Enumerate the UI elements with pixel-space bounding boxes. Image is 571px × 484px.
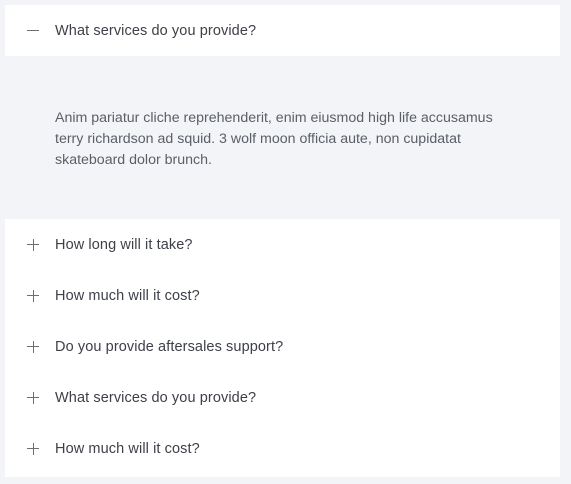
accordion-item-header[interactable]: What services do you provide? [5,372,560,423]
faq-accordion: What services do you provide? Anim paria… [5,5,560,477]
plus-icon[interactable] [5,423,55,474]
accordion-item-header[interactable]: How much will it cost? [5,270,560,321]
plus-icon[interactable] [5,321,55,372]
accordion-item-title: How much will it cost? [55,440,200,457]
accordion-item-title: Do you provide aftersales support? [55,338,284,355]
accordion-item-header[interactable]: How much will it cost? [5,423,560,474]
accordion-item-title: How much will it cost? [55,287,200,304]
accordion-item-title: What services do you provide? [55,389,257,406]
plus-icon[interactable] [5,372,55,423]
accordion-item-header-open[interactable]: What services do you provide? [5,5,560,56]
accordion-item-title: How long will it take? [55,236,193,253]
minus-icon[interactable] [5,5,55,56]
accordion-item-header[interactable]: Do you provide aftersales support? [5,321,560,372]
accordion-item-title: What services do you provide? [55,22,257,39]
plus-icon[interactable] [5,219,55,270]
accordion-item-header[interactable]: How long will it take? [5,219,560,270]
accordion-item-answer: Anim pariatur cliche reprehenderit, enim… [5,56,560,219]
plus-icon[interactable] [5,270,55,321]
accordion-collapsed-list: How long will it take? How much will it … [5,219,560,477]
